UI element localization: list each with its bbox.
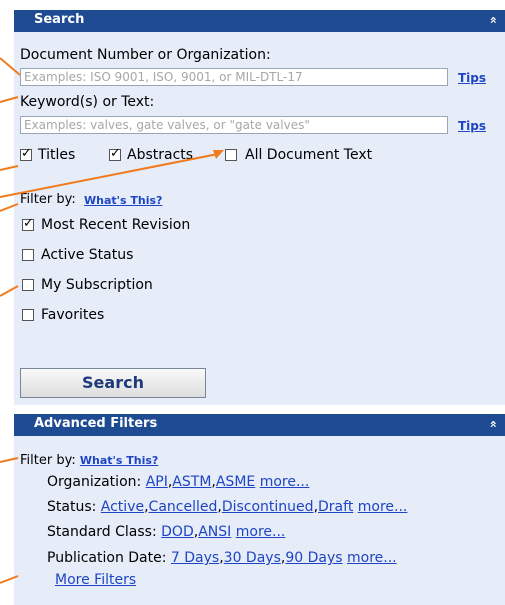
annotation-line-document bbox=[0, 57, 21, 76]
annotation-line-subscription bbox=[0, 285, 19, 297]
annotation-line-keyword bbox=[0, 96, 19, 103]
annotation-line-more-filters bbox=[0, 575, 19, 584]
annotation-arrow-head bbox=[213, 150, 224, 159]
annotation-line-all-text bbox=[0, 153, 219, 198]
annotation-line-advanced bbox=[0, 457, 19, 463]
annotation-overlay bbox=[0, 57, 224, 584]
annotation-line-filter bbox=[0, 203, 19, 212]
annotation-line-scope bbox=[0, 165, 19, 171]
